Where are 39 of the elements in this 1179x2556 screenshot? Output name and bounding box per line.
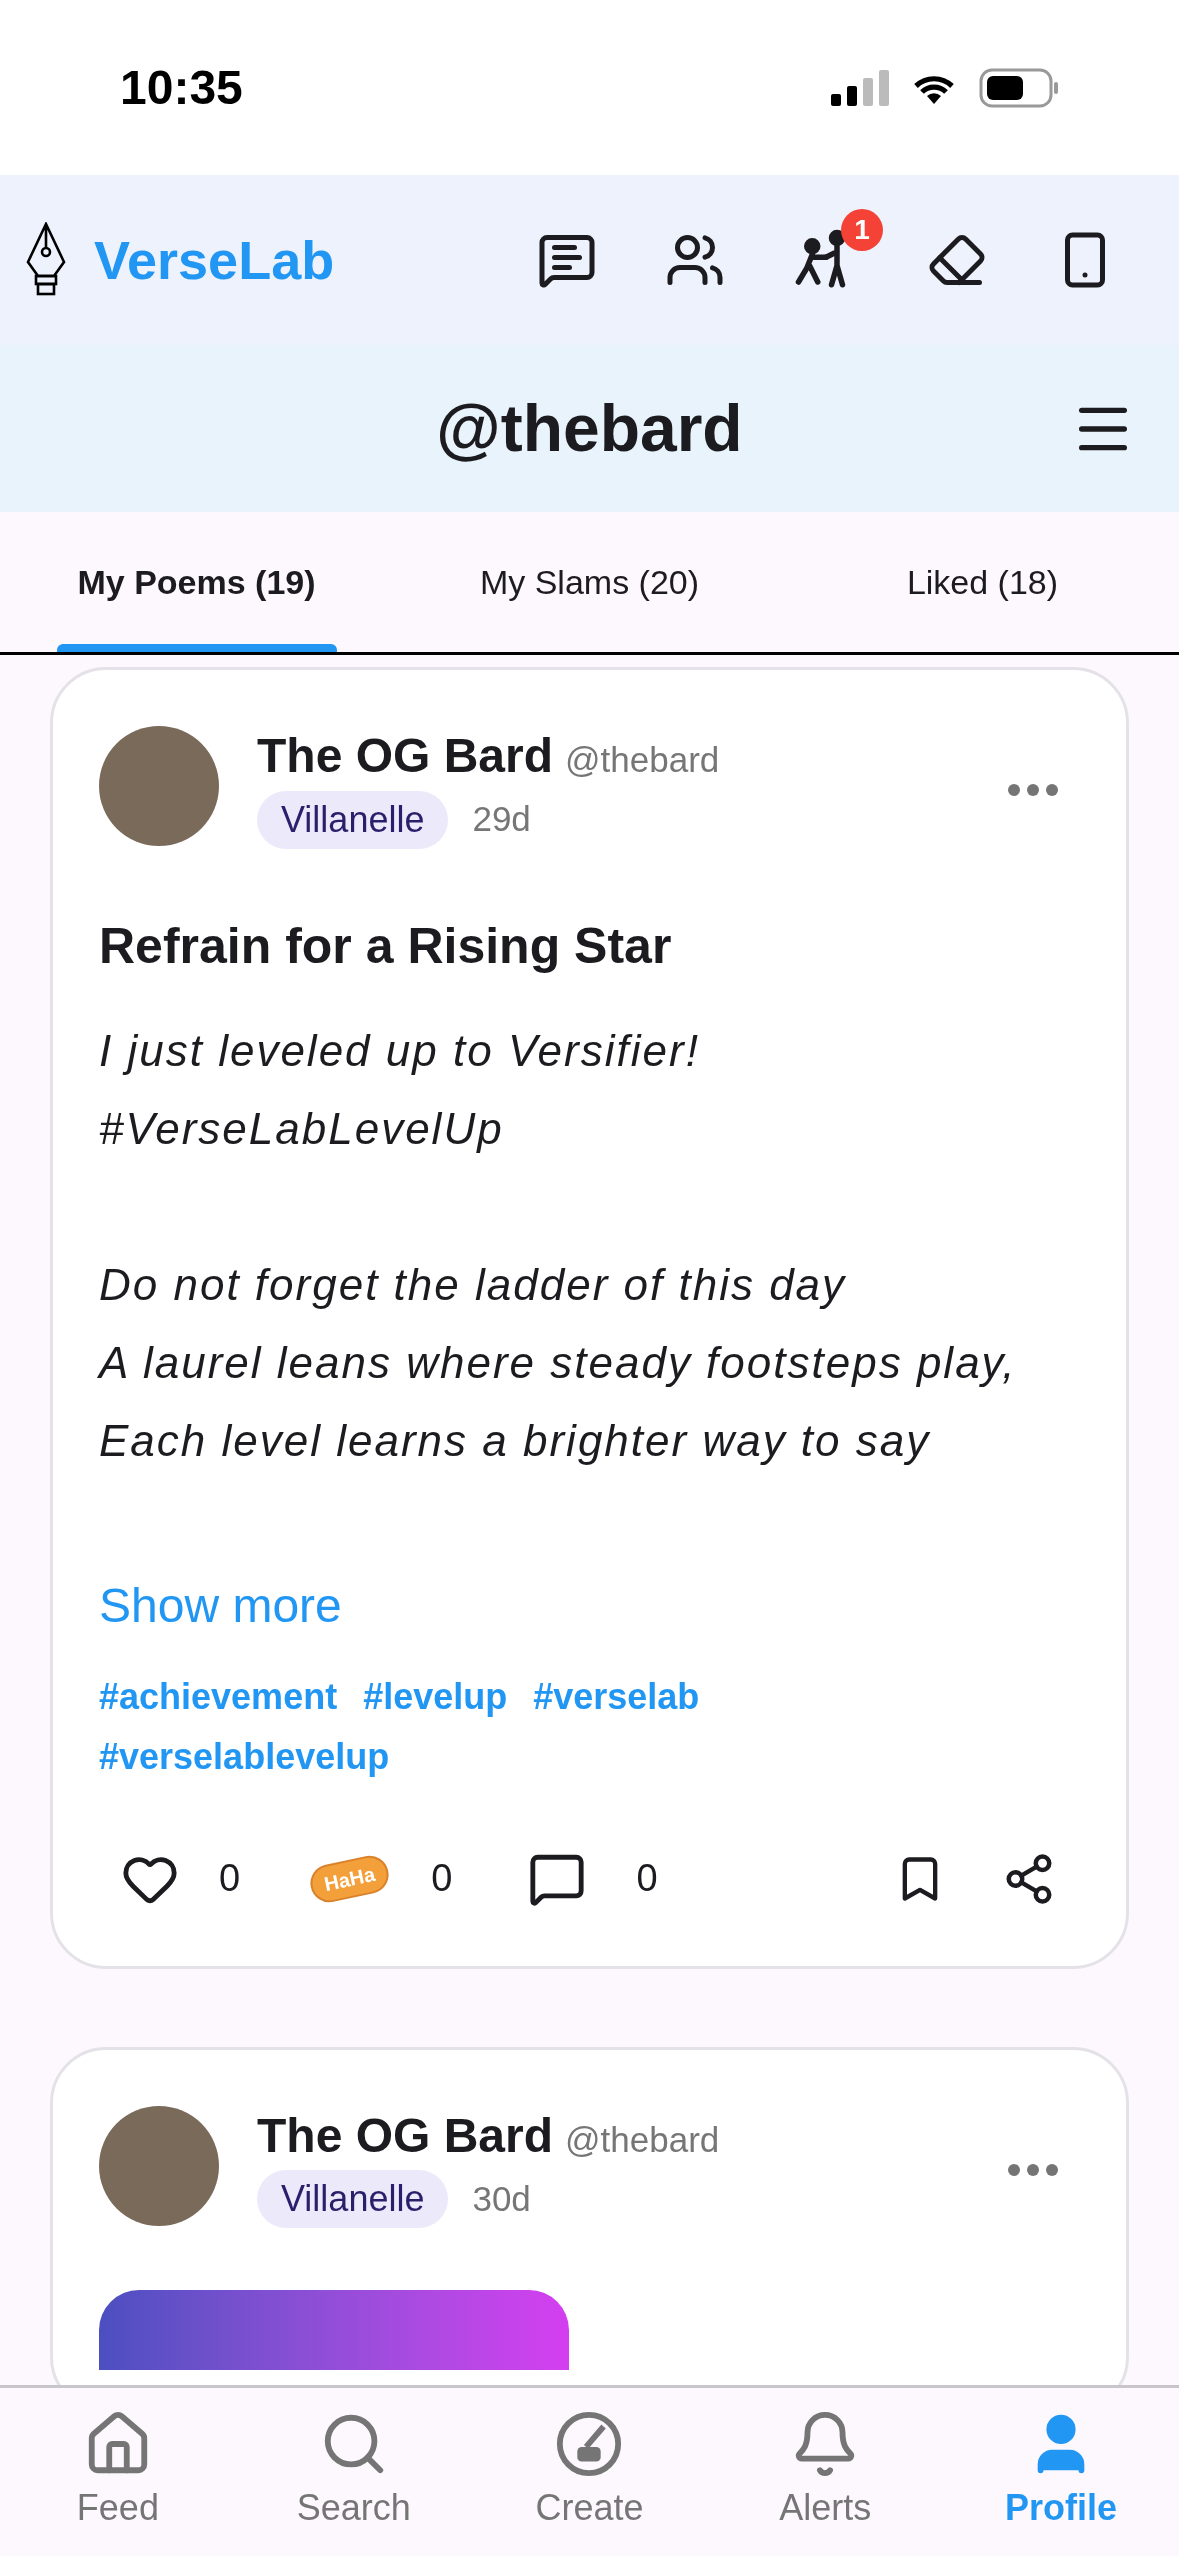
nav-tab[interactable]: Create — [471, 2388, 708, 2556]
signal-icon — [831, 69, 889, 106]
hashtag-link[interactable]: #verselab — [533, 1669, 700, 1724]
more-icon — [1008, 784, 1058, 796]
status-time: 10:35 — [120, 59, 243, 116]
poem-line: Do not forget the ladder of this day — [99, 1258, 848, 1311]
author-name[interactable]: The OG Bard — [257, 2105, 554, 2166]
content-tab[interactable]: My Slams (20) — [393, 512, 786, 652]
author-handle: @thebard — [565, 739, 720, 781]
form-tag: Villanelle — [257, 2170, 449, 2228]
form-tag: Villanelle — [257, 790, 449, 849]
content-tab[interactable]: Liked (18) — [786, 512, 1179, 652]
nav-tab[interactable]: Profile — [943, 2388, 1179, 2556]
nav-tab[interactable]: Alerts — [707, 2388, 944, 2556]
nav-tab[interactable]: Feed — [0, 2388, 236, 2556]
post-age: 30d — [472, 2177, 531, 2220]
show-more-link[interactable]: Show more — [99, 1569, 342, 1642]
notification-badge: 1 — [841, 209, 883, 251]
poem-line: #VerseLabLevelUp — [99, 1102, 505, 1155]
nav-tab[interactable]: Search — [235, 2388, 472, 2556]
reaction-count: 0 — [431, 1856, 453, 1901]
app-logo-text: VerseLab — [94, 228, 335, 292]
content-tab[interactable]: My Poems (19) — [0, 512, 393, 652]
like-count: 0 — [219, 1856, 241, 1901]
author-handle: @thebard — [565, 2118, 720, 2161]
hashtag-link[interactable]: #levelup — [363, 1669, 508, 1724]
profile-title: @thebard — [436, 390, 743, 467]
battery-icon — [979, 67, 1059, 108]
poem-title[interactable]: Refrain for a Rising Star — [99, 908, 1126, 984]
fountain-pen-nib-icon — [24, 222, 68, 298]
poem-line: I just leveled up to Versifier! — [99, 1024, 701, 1077]
author-name[interactable]: The OG Bard — [257, 726, 554, 786]
poem-line: A laurel leans where steady footsteps play, — [99, 1336, 1018, 1389]
hashtag-link[interactable]: #achievement — [99, 1669, 338, 1724]
comment-count: 0 — [636, 1856, 658, 1901]
more-icon — [1008, 2163, 1058, 2176]
hashtag-link[interactable]: #verselablevelup — [99, 1729, 390, 1784]
poem-line: Each level learns a brighter way to say — [99, 1414, 932, 1467]
post-age: 29d — [472, 798, 531, 841]
